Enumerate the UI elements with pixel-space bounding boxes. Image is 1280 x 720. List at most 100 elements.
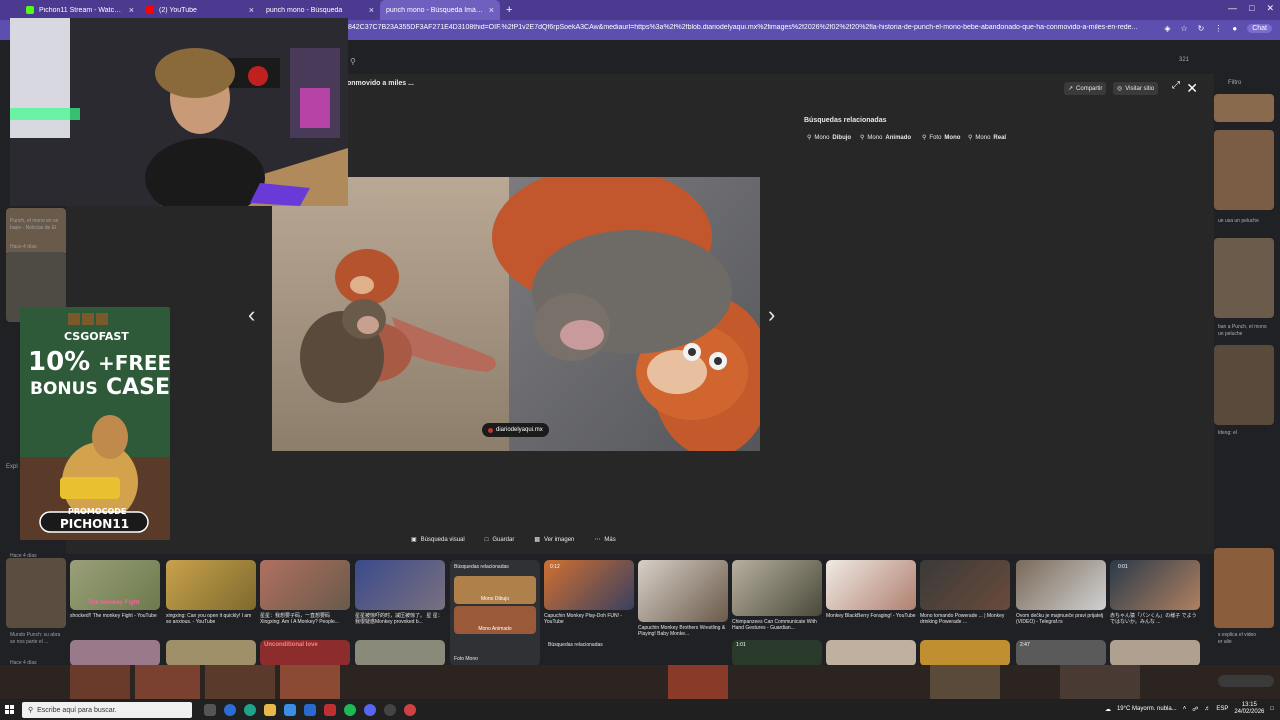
weather-text[interactable]: 19°C Mayorm. nubla...	[1117, 706, 1177, 712]
thumb-caption: Chimpanzees Can Communicate With Hand Ge…	[732, 619, 817, 631]
close-icon[interactable]: ✕	[1186, 80, 1198, 97]
browser-tab[interactable]: Pichon11 Stream - Watch Liv ×	[20, 0, 140, 20]
language-indicator[interactable]: ESP	[1216, 706, 1228, 712]
chip-bold: Mono	[944, 134, 961, 141]
network-icon[interactable]: ☍	[1192, 706, 1198, 713]
right-snippet: s explica el video	[1218, 632, 1257, 638]
main-image[interactable]: diariodelyaqui.mx	[272, 177, 760, 451]
related-mini-item[interactable]: Mono Animado	[454, 606, 536, 634]
clock[interactable]: 13:15 24/02/2026	[1234, 702, 1264, 716]
file-explorer-icon[interactable]	[264, 704, 276, 716]
close-tab-icon[interactable]: ×	[489, 5, 494, 15]
thumbnail-card[interactable]: 星星：我想要子码，一直想要码 Xingxing: Am I A Monkey? …	[260, 560, 352, 666]
more-button[interactable]: ⋯ Más	[594, 536, 615, 544]
close-tab-icon[interactable]: ×	[129, 5, 134, 15]
thumbnail-card[interactable]: Mono tomando Powerade ... | Monkey drink…	[920, 560, 1012, 666]
thumbnail-card[interactable]: 星星被惊吓的时，减压被惊了。 星 星：我很疑惑Monkey provoked b…	[355, 560, 447, 666]
chevron-up-icon[interactable]: ˄	[1183, 706, 1187, 712]
chip-bold: Real	[993, 134, 1007, 141]
obs-icon[interactable]	[384, 704, 396, 716]
previous-arrow-icon[interactable]: ‹	[248, 302, 255, 328]
thumbnail-card[interactable]: Ovom dečku je majmunče pravi prijatelj (…	[1016, 560, 1108, 666]
thumbnail-card[interactable]: The monkey Fight shocked!! The monkey Fi…	[70, 560, 162, 666]
thumb-image[interactable]: 1:01	[732, 640, 822, 666]
windows-start-icon[interactable]	[0, 700, 20, 720]
minimize-icon[interactable]: —	[1228, 3, 1237, 14]
visual-search-button[interactable]: ▣ Búsqueda visual	[411, 536, 465, 544]
view-image-button[interactable]: ▩ Ver imagen	[534, 536, 574, 544]
right-thumb[interactable]	[1214, 548, 1274, 628]
browser-icon[interactable]	[224, 704, 236, 716]
right-thumb[interactable]	[1214, 238, 1274, 318]
task-view-icon[interactable]	[204, 704, 216, 716]
volume-icon[interactable]: ♬	[1204, 706, 1210, 712]
save-button[interactable]: □ Guardar	[485, 536, 515, 543]
browser-tab-active[interactable]: punch mono - Búsqueda Imágene ×	[380, 0, 500, 20]
discord-icon[interactable]	[364, 704, 376, 716]
thumb-image[interactable]	[1110, 640, 1200, 666]
thumbnail-card[interactable]: xingxing: Can you open it quickly! I am …	[166, 560, 258, 666]
maximize-icon[interactable]: □	[1249, 3, 1254, 14]
thumb-image[interactable]	[166, 640, 256, 666]
spotify-icon[interactable]	[344, 704, 356, 716]
webcam-feed	[10, 18, 348, 206]
share-button[interactable]: ↗ Compartir	[1064, 82, 1107, 95]
taskbar-search-box[interactable]: ⚲ Escribe aquí para buscar.	[22, 702, 192, 718]
thumb-caption: xingxing: Can you open it quickly! I am …	[166, 613, 252, 625]
thumb-image[interactable]	[70, 640, 160, 666]
share-label: Compartir	[1076, 85, 1103, 92]
visit-site-button[interactable]: ◎ Visitar sitio	[1113, 82, 1159, 95]
browser-tab-bar: Pichon11 Stream - Watch Liv × (2) YouTub…	[0, 0, 1280, 20]
right-snippet: ue usa un peluche	[1218, 218, 1259, 224]
calendar-icon[interactable]	[324, 704, 336, 716]
browser-tab[interactable]: (2) YouTube ×	[140, 0, 260, 20]
result-count-badge: 321	[1179, 57, 1190, 63]
extensions-icon[interactable]: ◈	[1164, 24, 1170, 33]
source-pill[interactable]: diariodelyaqui.mx	[482, 423, 549, 437]
thumb-image[interactable]: Unconditional love	[260, 640, 350, 666]
thumbnail-card[interactable]: Chimpanzees Can Communicate With Hand Ge…	[732, 560, 824, 666]
related-chip[interactable]: ⚲ Foto Mono	[922, 134, 961, 142]
thumbnail-card[interactable]: 0:01 赤ちゃん猿「パンくん」の様子 でようではないか。みんな ...	[1110, 560, 1202, 666]
close-window-icon[interactable]: ✕	[1266, 3, 1274, 14]
mail-icon[interactable]	[304, 704, 316, 716]
thumb-image[interactable]	[920, 640, 1010, 666]
windows-logo	[5, 705, 14, 714]
related-mini-item[interactable]: Mono Dibujo	[454, 576, 536, 604]
chat-button[interactable]: Chat	[1247, 24, 1272, 33]
store-icon[interactable]	[284, 704, 296, 716]
close-tab-icon[interactable]: ×	[369, 5, 374, 15]
chrome-icon[interactable]	[404, 704, 416, 716]
related-mini-item[interactable]: Foto Mono	[454, 656, 478, 662]
filter-label[interactable]: Filtro	[1228, 80, 1241, 86]
close-tab-icon[interactable]: ×	[249, 5, 254, 15]
related-chip[interactable]: ⚲ Mono Dibujo	[807, 134, 851, 142]
bookmark-star-icon[interactable]: ☆	[1180, 24, 1187, 33]
next-arrow-icon[interactable]: ›	[768, 302, 775, 328]
right-thumb[interactable]	[1214, 345, 1274, 425]
expand-icon[interactable]: ⤢	[1172, 80, 1180, 91]
action-label: Búsqueda visual	[420, 536, 465, 543]
edge-icon[interactable]	[244, 704, 256, 716]
right-thumb[interactable]	[1214, 94, 1274, 122]
new-tab-icon[interactable]: +	[500, 4, 518, 16]
right-thumb[interactable]	[1214, 130, 1274, 210]
thumbnail-card[interactable]: Monkey BlackBerry Foraging! - YouTube	[826, 560, 918, 666]
menu-icon[interactable]: ⋮	[1214, 24, 1222, 33]
left-thumb[interactable]	[6, 558, 66, 628]
notifications-icon[interactable]: □	[1270, 706, 1274, 712]
related-chip[interactable]: ⚲ Mono Animado	[860, 134, 911, 142]
thumbnail-card[interactable]: 0:12 Capuchin Monkey Play-Doh FUN! - You…	[544, 560, 636, 648]
weather-icon[interactable]: ☁	[1105, 706, 1111, 713]
browser-tab[interactable]: punch mono - Búsqueda ×	[260, 0, 380, 20]
refresh-icon[interactable]: ↻	[1198, 24, 1205, 33]
url-field[interactable]: 842C37C7B23A355DF3AF271E4D3108thid=OIF.%…	[348, 24, 1138, 31]
search-icon[interactable]: ⚲	[350, 57, 356, 66]
profile-icon[interactable]: ●	[1232, 24, 1237, 33]
thumb-image[interactable]	[355, 640, 445, 666]
toolbar-icons: ◈ ☆ ↻ ⋮ ● Chat	[1164, 24, 1272, 33]
thumb-image[interactable]: 2:47	[1016, 640, 1106, 666]
thumb-image[interactable]	[826, 640, 916, 666]
thumbnail-card[interactable]: Capuchin Monkey Brothers Wrestling & Pla…	[638, 560, 730, 637]
related-chip[interactable]: ⚲ Mono Real	[968, 134, 1007, 142]
